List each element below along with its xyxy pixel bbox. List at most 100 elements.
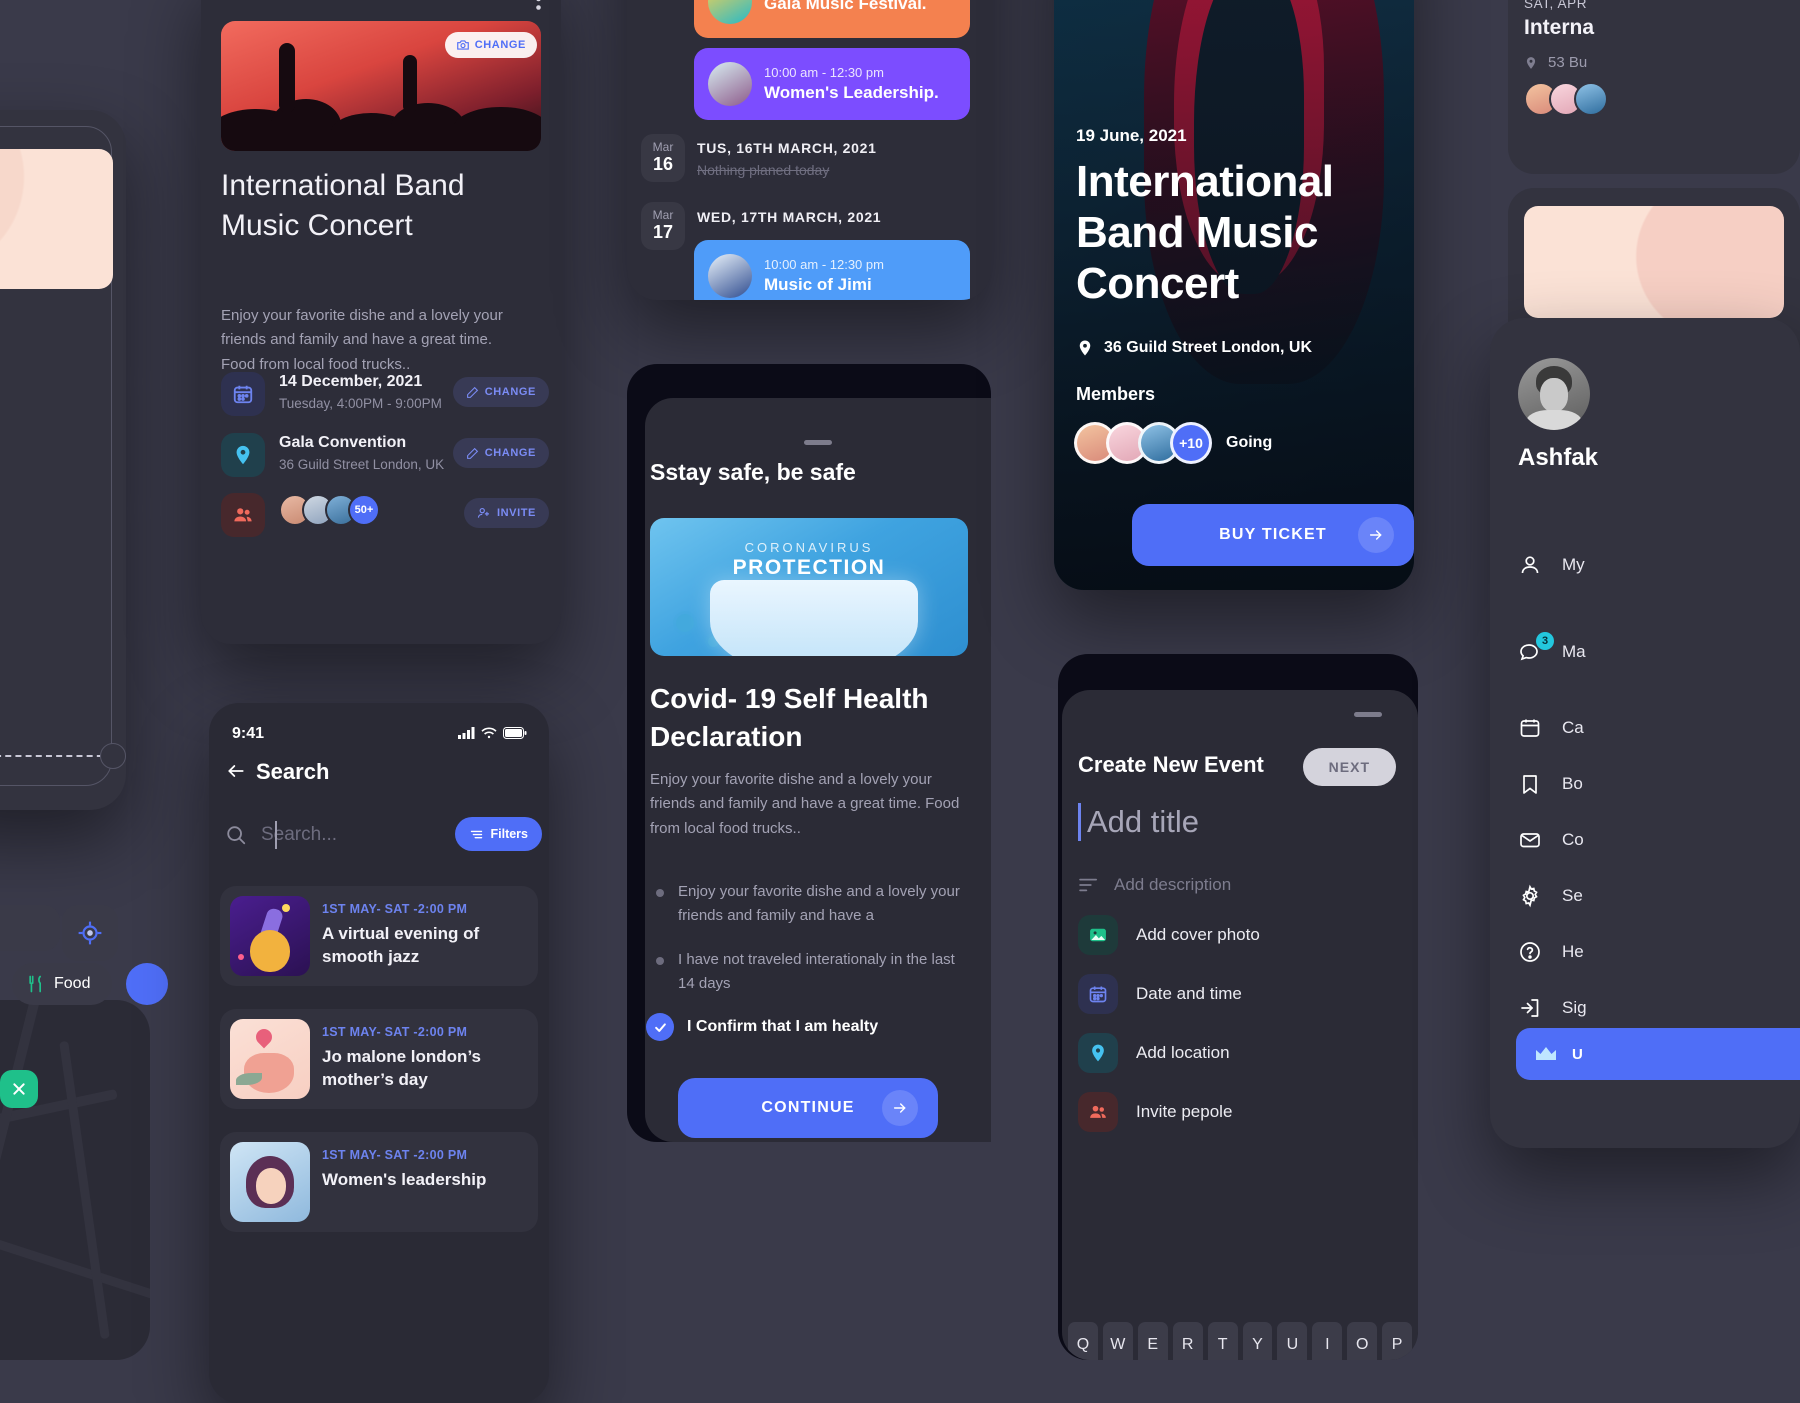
ticket-notch-right	[100, 743, 126, 769]
food-chip-label: Food	[54, 975, 91, 992]
change-location-button[interactable]: CHANGE	[452, 438, 549, 468]
covid-title: Covid- 19 Self Health Declaration	[650, 683, 929, 752]
sidebar-item-settings[interactable]: Se	[1518, 884, 1583, 908]
schedule-event-card[interactable]: Gala Music Festival.	[694, 0, 970, 38]
search-input[interactable]: Search...	[261, 824, 337, 846]
list-item[interactable]: 1ST MAY- SAT -2:00 PM Women's leadership	[220, 1132, 538, 1232]
list-item[interactable]: 1ST MAY- SAT -2:00 PM Jo malone london’s…	[220, 1009, 538, 1109]
event-location-row: Gala Convention 36 Guild Street London, …	[221, 433, 549, 477]
locate-me-button[interactable]	[62, 905, 118, 961]
check-icon[interactable]	[646, 1013, 674, 1041]
add-location-label: Add location	[1136, 1043, 1230, 1062]
filters-button[interactable]: Filters	[455, 817, 542, 851]
sheet-grab-handle[interactable]	[1354, 712, 1382, 717]
back-button[interactable]	[225, 761, 247, 781]
camera-icon	[456, 38, 470, 52]
buy-ticket-button[interactable]: BUY TICKET	[1132, 504, 1414, 566]
sidebar-item-calendar[interactable]: Ca	[1518, 716, 1584, 740]
pencil-icon	[466, 447, 479, 460]
detail-member-avatars[interactable]: +10 Going	[1074, 422, 1272, 464]
search-bar[interactable]: Search... Filters	[225, 813, 542, 857]
result-date: 1ST MAY- SAT -2:00 PM	[322, 1148, 468, 1162]
schedule-event-name: Music of Jimi	[764, 275, 872, 294]
sidebar-item-my-profile[interactable]: My	[1518, 553, 1585, 577]
invite-people-row[interactable]: Invite pepole	[1078, 1092, 1232, 1132]
upgrade-button[interactable]: U	[1516, 1028, 1800, 1080]
sidebar-item-label: Bo	[1562, 774, 1583, 793]
key-o[interactable]: O	[1347, 1322, 1378, 1360]
schedule-event-card[interactable]: 10:00 am - 12:30 pm Women's Leadership.	[694, 48, 970, 120]
list-item[interactable]: 1ST MAY- SAT -2:00 PM A virtual evening …	[220, 886, 538, 986]
search-icon	[225, 824, 247, 846]
change-date-button[interactable]: CHANGE	[452, 377, 549, 407]
event-member-avatars[interactable]: 50+	[279, 494, 380, 526]
map-panel[interactable]	[0, 1000, 150, 1360]
add-cover-photo-row[interactable]: Add cover photo	[1078, 915, 1260, 955]
mini-card-avatars	[1524, 82, 1608, 116]
key-t[interactable]: T	[1207, 1322, 1238, 1360]
date-and-time-row[interactable]: Date and time	[1078, 974, 1242, 1014]
event-title-placeholder: Add title	[1087, 804, 1200, 839]
invite-button[interactable]: INVITE	[463, 498, 549, 528]
key-y[interactable]: Y	[1242, 1322, 1273, 1360]
ticket-panel: Band rt TIME 07:30 PM er K 1 1 6 2	[0, 110, 126, 810]
next-label: NEXT	[1328, 759, 1370, 775]
mini-card-image	[1524, 206, 1784, 318]
map-search-chip[interactable]	[0, 905, 60, 951]
map-filter-chip-food[interactable]: Food	[12, 963, 112, 1005]
result-date: 1ST MAY- SAT -2:00 PM	[322, 902, 468, 916]
avatar[interactable]	[1518, 358, 1590, 430]
key-e[interactable]: E	[1137, 1322, 1168, 1360]
on-screen-keyboard[interactable]: Q W E R T Y U I O P	[1068, 1322, 1413, 1360]
person-add-icon	[477, 506, 491, 520]
key-u[interactable]: U	[1277, 1322, 1308, 1360]
add-location-row[interactable]: Add location	[1078, 1033, 1230, 1073]
image-icon	[1078, 915, 1118, 955]
key-q[interactable]: Q	[1068, 1322, 1098, 1360]
map-close-button[interactable]	[0, 1070, 38, 1108]
status-bar-icons	[458, 727, 527, 739]
schedule-event-time: 10:00 am - 12:30 pm	[764, 65, 884, 80]
more-options-button[interactable]	[536, 0, 541, 10]
sidebar-item-label: Se	[1562, 886, 1583, 905]
event-invite-row: 50+ INVITE	[221, 493, 549, 537]
schedule-event-card[interactable]: 10:00 am - 12:30 pm Music of Jimi	[694, 240, 970, 300]
sidebar-item-label: Co	[1562, 830, 1584, 849]
map-filter-chip-secondary[interactable]	[126, 963, 168, 1005]
profile-sidebar: Ashfak My 3 Ma Ca Bo Co Se He Sig U	[1490, 318, 1800, 1148]
change-cover-button[interactable]: CHANGE	[444, 32, 537, 58]
covid-confirm-label: I Confirm that I am healty	[687, 1018, 879, 1035]
sidebar-item-label: He	[1562, 942, 1584, 961]
sidebar-item-message[interactable]: 3 Ma	[1518, 632, 1586, 664]
schedule-panel: Gala Music Festival. 10:00 am - 12:30 pm…	[627, 0, 991, 300]
continue-button[interactable]: CONTINUE	[678, 1078, 938, 1138]
sign-out-icon	[1518, 996, 1542, 1020]
mini-card-date: SAT, APR	[1524, 0, 1588, 11]
avatar	[1574, 82, 1608, 116]
covid-confirm-checkbox-row[interactable]: I Confirm that I am healty	[646, 1013, 878, 1041]
key-i[interactable]: I	[1312, 1322, 1343, 1360]
sidebar-item-bookmark[interactable]: Bo	[1518, 772, 1583, 796]
event-description-input[interactable]: Add description	[1078, 875, 1231, 895]
invite-people-label: Invite pepole	[1136, 1102, 1233, 1121]
key-r[interactable]: R	[1172, 1322, 1203, 1360]
avatar	[708, 62, 752, 106]
schedule-day-month: Mar	[652, 208, 674, 223]
sheet-grab-handle[interactable]	[804, 440, 832, 445]
status-bar-time: 9:41	[232, 725, 265, 742]
covid-declaration-panel: Sstay safe, be safe CORONAVIRUS PROTECTI…	[645, 398, 991, 1142]
chat-icon: 3	[1518, 632, 1554, 664]
avatar	[708, 0, 752, 24]
event-mini-card[interactable]: SAT, APR Interna 53 Bu	[1508, 0, 1800, 174]
sidebar-item-help[interactable]: He	[1518, 940, 1584, 964]
key-w[interactable]: W	[1102, 1322, 1133, 1360]
event-title-input[interactable]: Add title	[1078, 803, 1199, 841]
sidebar-item-signout[interactable]: Sig	[1518, 996, 1587, 1020]
next-button[interactable]: NEXT	[1302, 748, 1396, 786]
people-icon	[1078, 1092, 1118, 1132]
event-venue-sub: 36 Guild Street London, UK	[279, 457, 445, 472]
face-mask-illustration	[710, 580, 918, 656]
sidebar-item-contact[interactable]: Co	[1518, 828, 1584, 852]
person-icon	[1518, 553, 1542, 577]
key-p[interactable]: P	[1382, 1322, 1413, 1360]
